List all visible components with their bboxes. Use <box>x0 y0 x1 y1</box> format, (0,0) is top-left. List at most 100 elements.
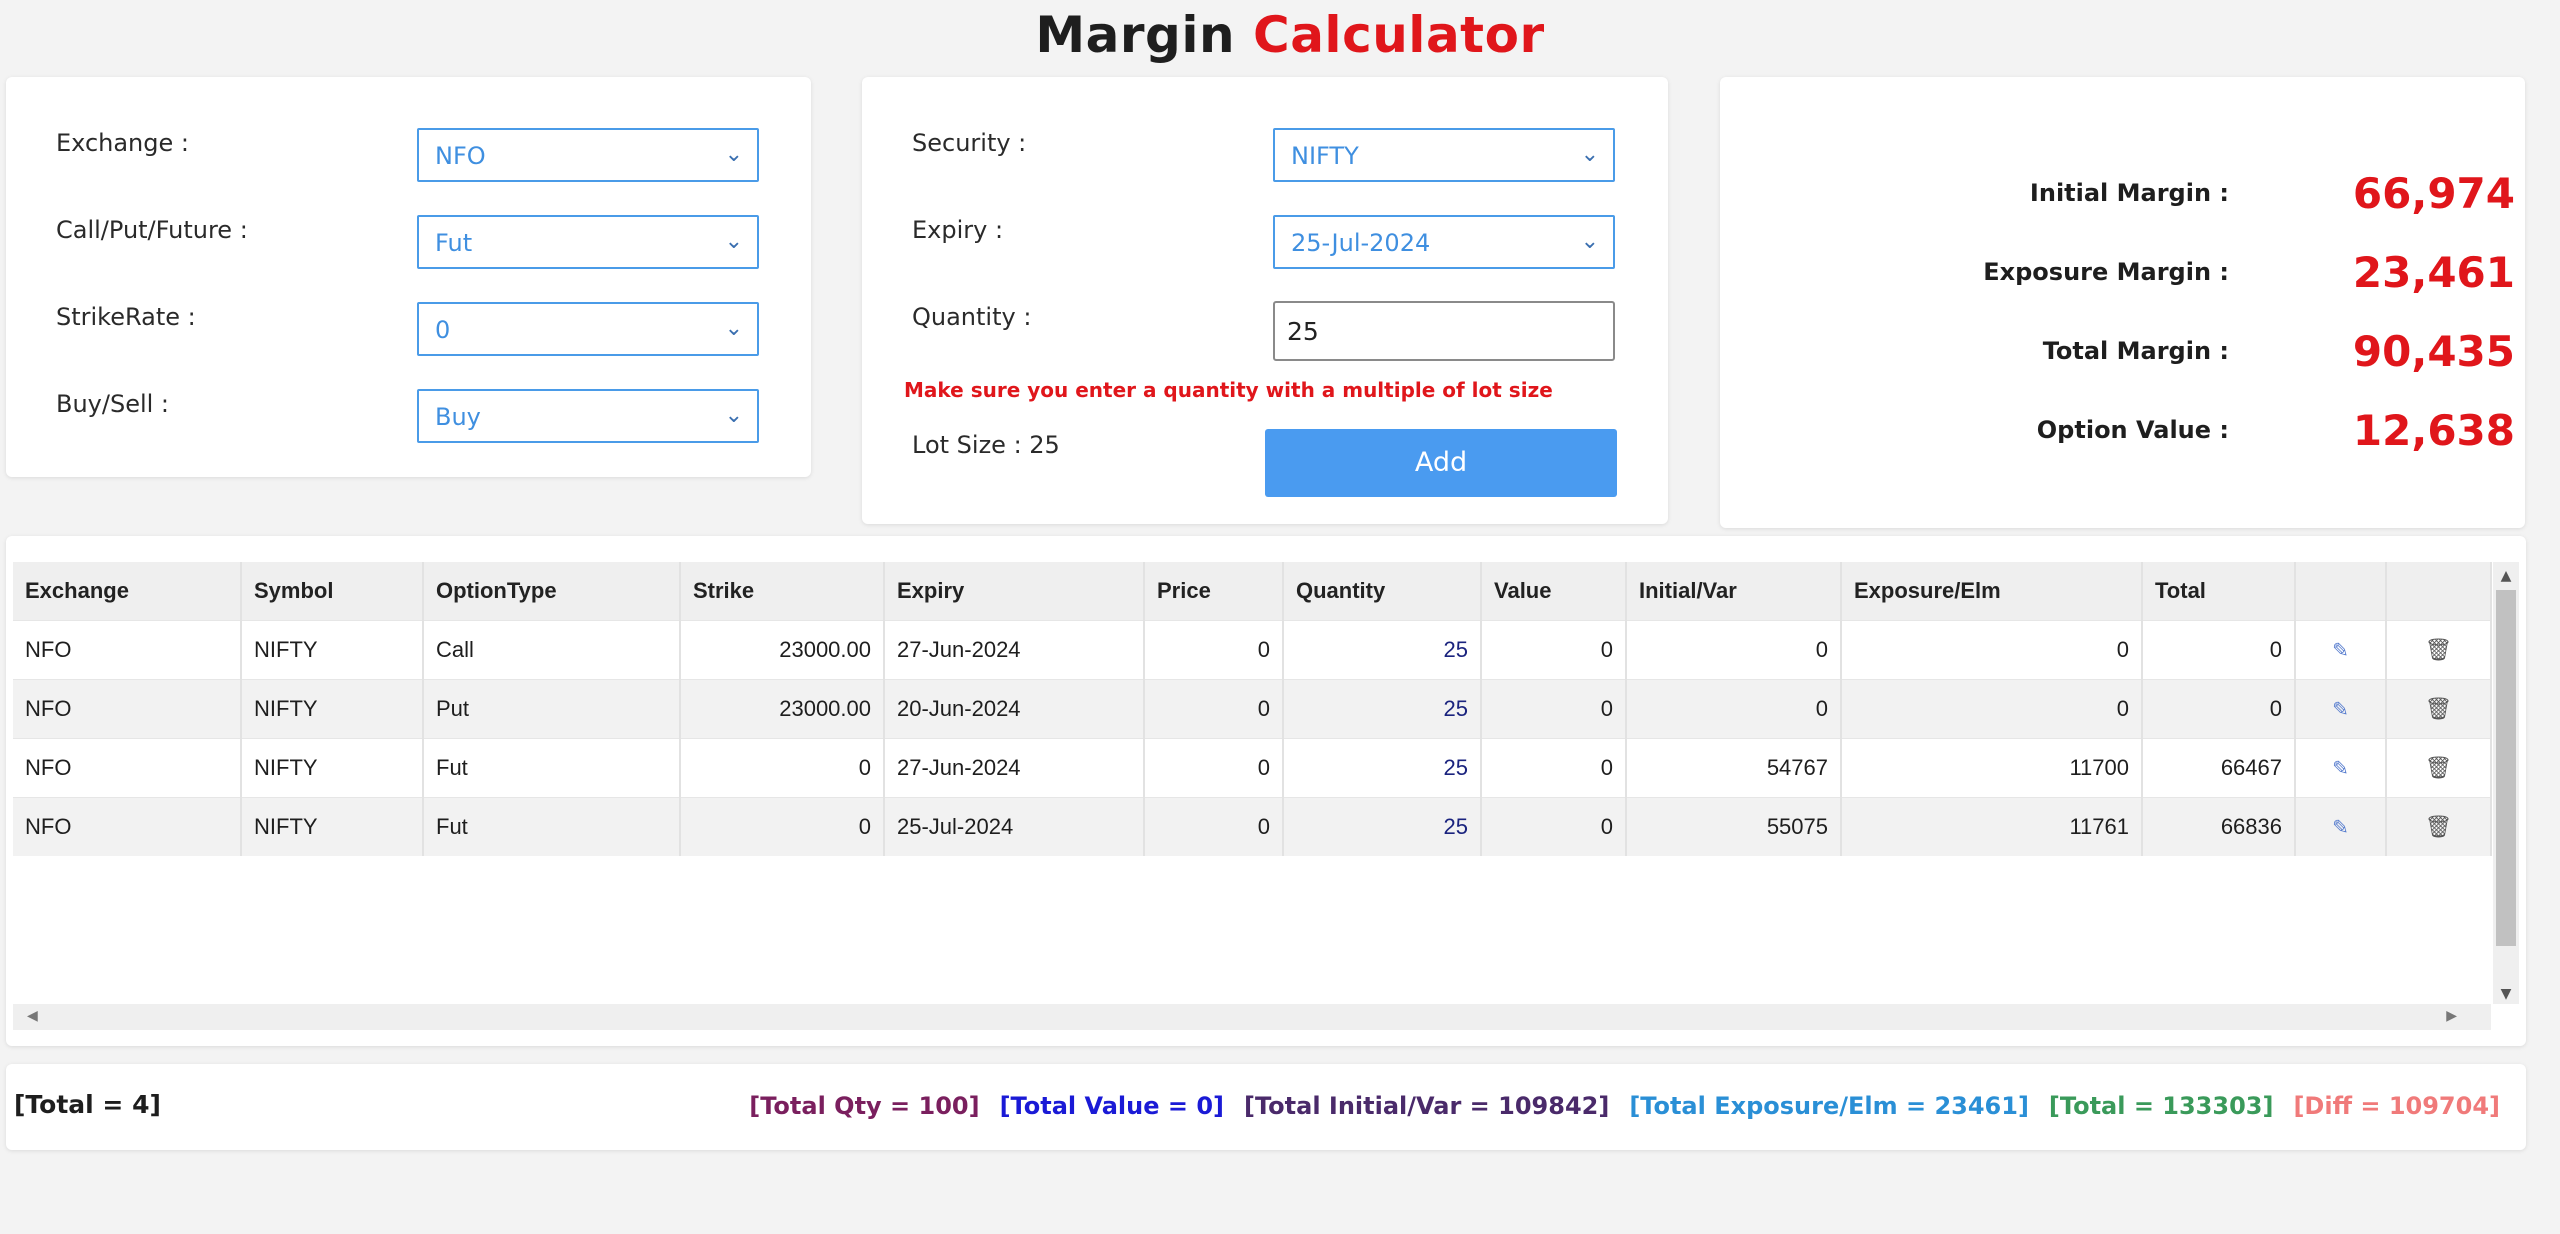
pencil-icon[interactable]: ✎ <box>2332 817 2349 839</box>
chevron-down-icon: ⌄ <box>724 229 743 254</box>
expiry-label: Expiry : <box>912 216 1004 244</box>
scroll-up-icon[interactable]: ▲ <box>2493 568 2519 584</box>
cell-exchange: NFO <box>13 619 242 679</box>
scroll-down-icon[interactable]: ▼ <box>2493 986 2519 1002</box>
col-header-delete <box>2386 562 2492 620</box>
strike-rate-select-value: 0 <box>435 316 451 344</box>
total-exposure-elm: [Total Exposure/Elm = 23461] <box>1629 1092 2029 1120</box>
cell-expiry: 27-Jun-2024 <box>884 737 1145 797</box>
total-count: [Total = 4] <box>14 1090 161 1119</box>
call-put-future-select[interactable]: Fut ⌄ <box>417 215 759 269</box>
summary-row-exposure: Exposure Margin : 23,461 <box>1725 248 2525 298</box>
edit-cell: ✎ <box>2295 796 2387 856</box>
total-margin-label: Total Margin : <box>2042 337 2229 365</box>
table-header-row: Exchange Symbol OptionType Strike Expiry… <box>13 562 2492 620</box>
vertical-scrollbar[interactable]: ▲ ▼ <box>2493 562 2519 1004</box>
cell-expiry: 25-Jul-2024 <box>884 796 1145 856</box>
col-header-quantity[interactable]: Quantity <box>1283 562 1482 620</box>
vertical-scroll-thumb[interactable] <box>2496 590 2516 946</box>
strike-rate-select[interactable]: 0 ⌄ <box>417 302 759 356</box>
order-form-right-card: Security : NIFTY ⌄ Expiry : 25-Jul-2024 … <box>862 77 1668 524</box>
col-header-option-type[interactable]: OptionType <box>423 562 681 620</box>
trash-icon[interactable]: 🗑 <box>2425 755 2453 780</box>
cell-exchange: NFO <box>13 796 242 856</box>
option-value-label: Option Value : <box>2036 416 2229 444</box>
cell-expiry: 27-Jun-2024 <box>884 619 1145 679</box>
chevron-down-icon: ⌄ <box>1580 142 1599 167</box>
initial-margin-label: Initial Margin : <box>2029 179 2229 207</box>
col-header-total[interactable]: Total <box>2142 562 2296 620</box>
pencil-icon[interactable]: ✎ <box>2332 758 2349 780</box>
cell-exposure-elm: 11700 <box>1841 737 2143 797</box>
summary-row-total: Total Margin : 90,435 <box>1725 327 2525 377</box>
positions-table-card: Exchange Symbol OptionType Strike Expiry… <box>6 536 2526 1046</box>
call-put-future-label: Call/Put/Future : <box>56 216 248 244</box>
cell-symbol: NIFTY <box>241 678 424 738</box>
quantity-input[interactable]: 25 <box>1273 301 1615 361</box>
cell-option-type: Fut <box>423 737 681 797</box>
table-row[interactable]: NFO NIFTY Fut 0 25-Jul-2024 0 25 0 55075… <box>13 796 2492 856</box>
cell-value: 0 <box>1481 796 1627 856</box>
buy-sell-label: Buy/Sell : <box>56 390 170 418</box>
add-button[interactable]: Add <box>1265 429 1617 497</box>
col-header-price[interactable]: Price <box>1144 562 1284 620</box>
col-header-symbol[interactable]: Symbol <box>241 562 424 620</box>
exposure-margin-value: 23,461 <box>2352 248 2515 297</box>
table-row[interactable]: NFO NIFTY Call 23000.00 27-Jun-2024 0 25… <box>13 619 2492 679</box>
pencil-icon[interactable]: ✎ <box>2332 640 2349 662</box>
chevron-down-icon: ⌄ <box>724 142 743 167</box>
scroll-left-icon[interactable]: ◀ <box>27 1008 38 1024</box>
chevron-down-icon: ⌄ <box>1580 229 1599 254</box>
cell-exposure-elm: 0 <box>1841 678 2143 738</box>
exchange-select[interactable]: NFO ⌄ <box>417 128 759 182</box>
expiry-select[interactable]: 25-Jul-2024 ⌄ <box>1273 215 1615 269</box>
trash-icon[interactable]: 🗑 <box>2425 696 2453 721</box>
cell-strike: 23000.00 <box>680 678 885 738</box>
cell-total: 66467 <box>2142 737 2296 797</box>
cell-initial-var: 0 <box>1626 619 1842 679</box>
total-diff: [Diff = 109704] <box>2293 1092 2500 1120</box>
option-value-value: 12,638 <box>2352 406 2515 455</box>
table-row[interactable]: NFO NIFTY Fut 0 27-Jun-2024 0 25 0 54767… <box>13 737 2492 797</box>
delete-cell: 🗑 <box>2386 678 2492 738</box>
cell-quantity: 25 <box>1283 619 1482 679</box>
cell-exposure-elm: 0 <box>1841 619 2143 679</box>
col-header-exposure-elm[interactable]: Exposure/Elm <box>1841 562 2143 620</box>
pencil-icon[interactable]: ✎ <box>2332 699 2349 721</box>
col-header-expiry[interactable]: Expiry <box>884 562 1145 620</box>
summary-row-initial: Initial Margin : 66,974 <box>1725 169 2525 219</box>
cell-option-type: Call <box>423 619 681 679</box>
cell-symbol: NIFTY <box>241 796 424 856</box>
cell-strike: 23000.00 <box>680 619 885 679</box>
cell-value: 0 <box>1481 737 1627 797</box>
security-select[interactable]: NIFTY ⌄ <box>1273 128 1615 182</box>
cell-expiry: 20-Jun-2024 <box>884 678 1145 738</box>
delete-cell: 🗑 <box>2386 737 2492 797</box>
cell-total: 0 <box>2142 619 2296 679</box>
cell-total: 0 <box>2142 678 2296 738</box>
title-part1: Margin <box>1035 6 1236 64</box>
col-header-strike[interactable]: Strike <box>680 562 885 620</box>
delete-cell: 🗑 <box>2386 796 2492 856</box>
cell-initial-var: 54767 <box>1626 737 1842 797</box>
trash-icon[interactable]: 🗑 <box>2425 637 2453 662</box>
trash-icon[interactable]: 🗑 <box>2425 814 2453 839</box>
delete-cell: 🗑 <box>2386 619 2492 679</box>
buy-sell-select[interactable]: Buy ⌄ <box>417 389 759 443</box>
exchange-select-value: NFO <box>435 142 486 170</box>
horizontal-scrollbar[interactable]: ◀ ▶ <box>13 1004 2491 1030</box>
order-form-left-card: Exchange : NFO ⌄ Call/Put/Future : Fut ⌄… <box>6 77 811 477</box>
col-header-value[interactable]: Value <box>1481 562 1627 620</box>
title-part2: Calculator <box>1253 6 1545 64</box>
total-initial-var: [Total Initial/Var = 109842] <box>1244 1092 1610 1120</box>
table-row[interactable]: NFO NIFTY Put 23000.00 20-Jun-2024 0 25 … <box>13 678 2492 738</box>
buy-sell-select-value: Buy <box>435 403 481 431</box>
chevron-down-icon: ⌄ <box>724 403 743 428</box>
scroll-right-icon[interactable]: ▶ <box>2446 1008 2457 1024</box>
cell-strike: 0 <box>680 737 885 797</box>
chevron-down-icon: ⌄ <box>724 316 743 341</box>
exchange-label: Exchange : <box>56 129 189 157</box>
cell-initial-var: 55075 <box>1626 796 1842 856</box>
col-header-exchange[interactable]: Exchange <box>13 562 242 620</box>
col-header-initial-var[interactable]: Initial/Var <box>1626 562 1842 620</box>
